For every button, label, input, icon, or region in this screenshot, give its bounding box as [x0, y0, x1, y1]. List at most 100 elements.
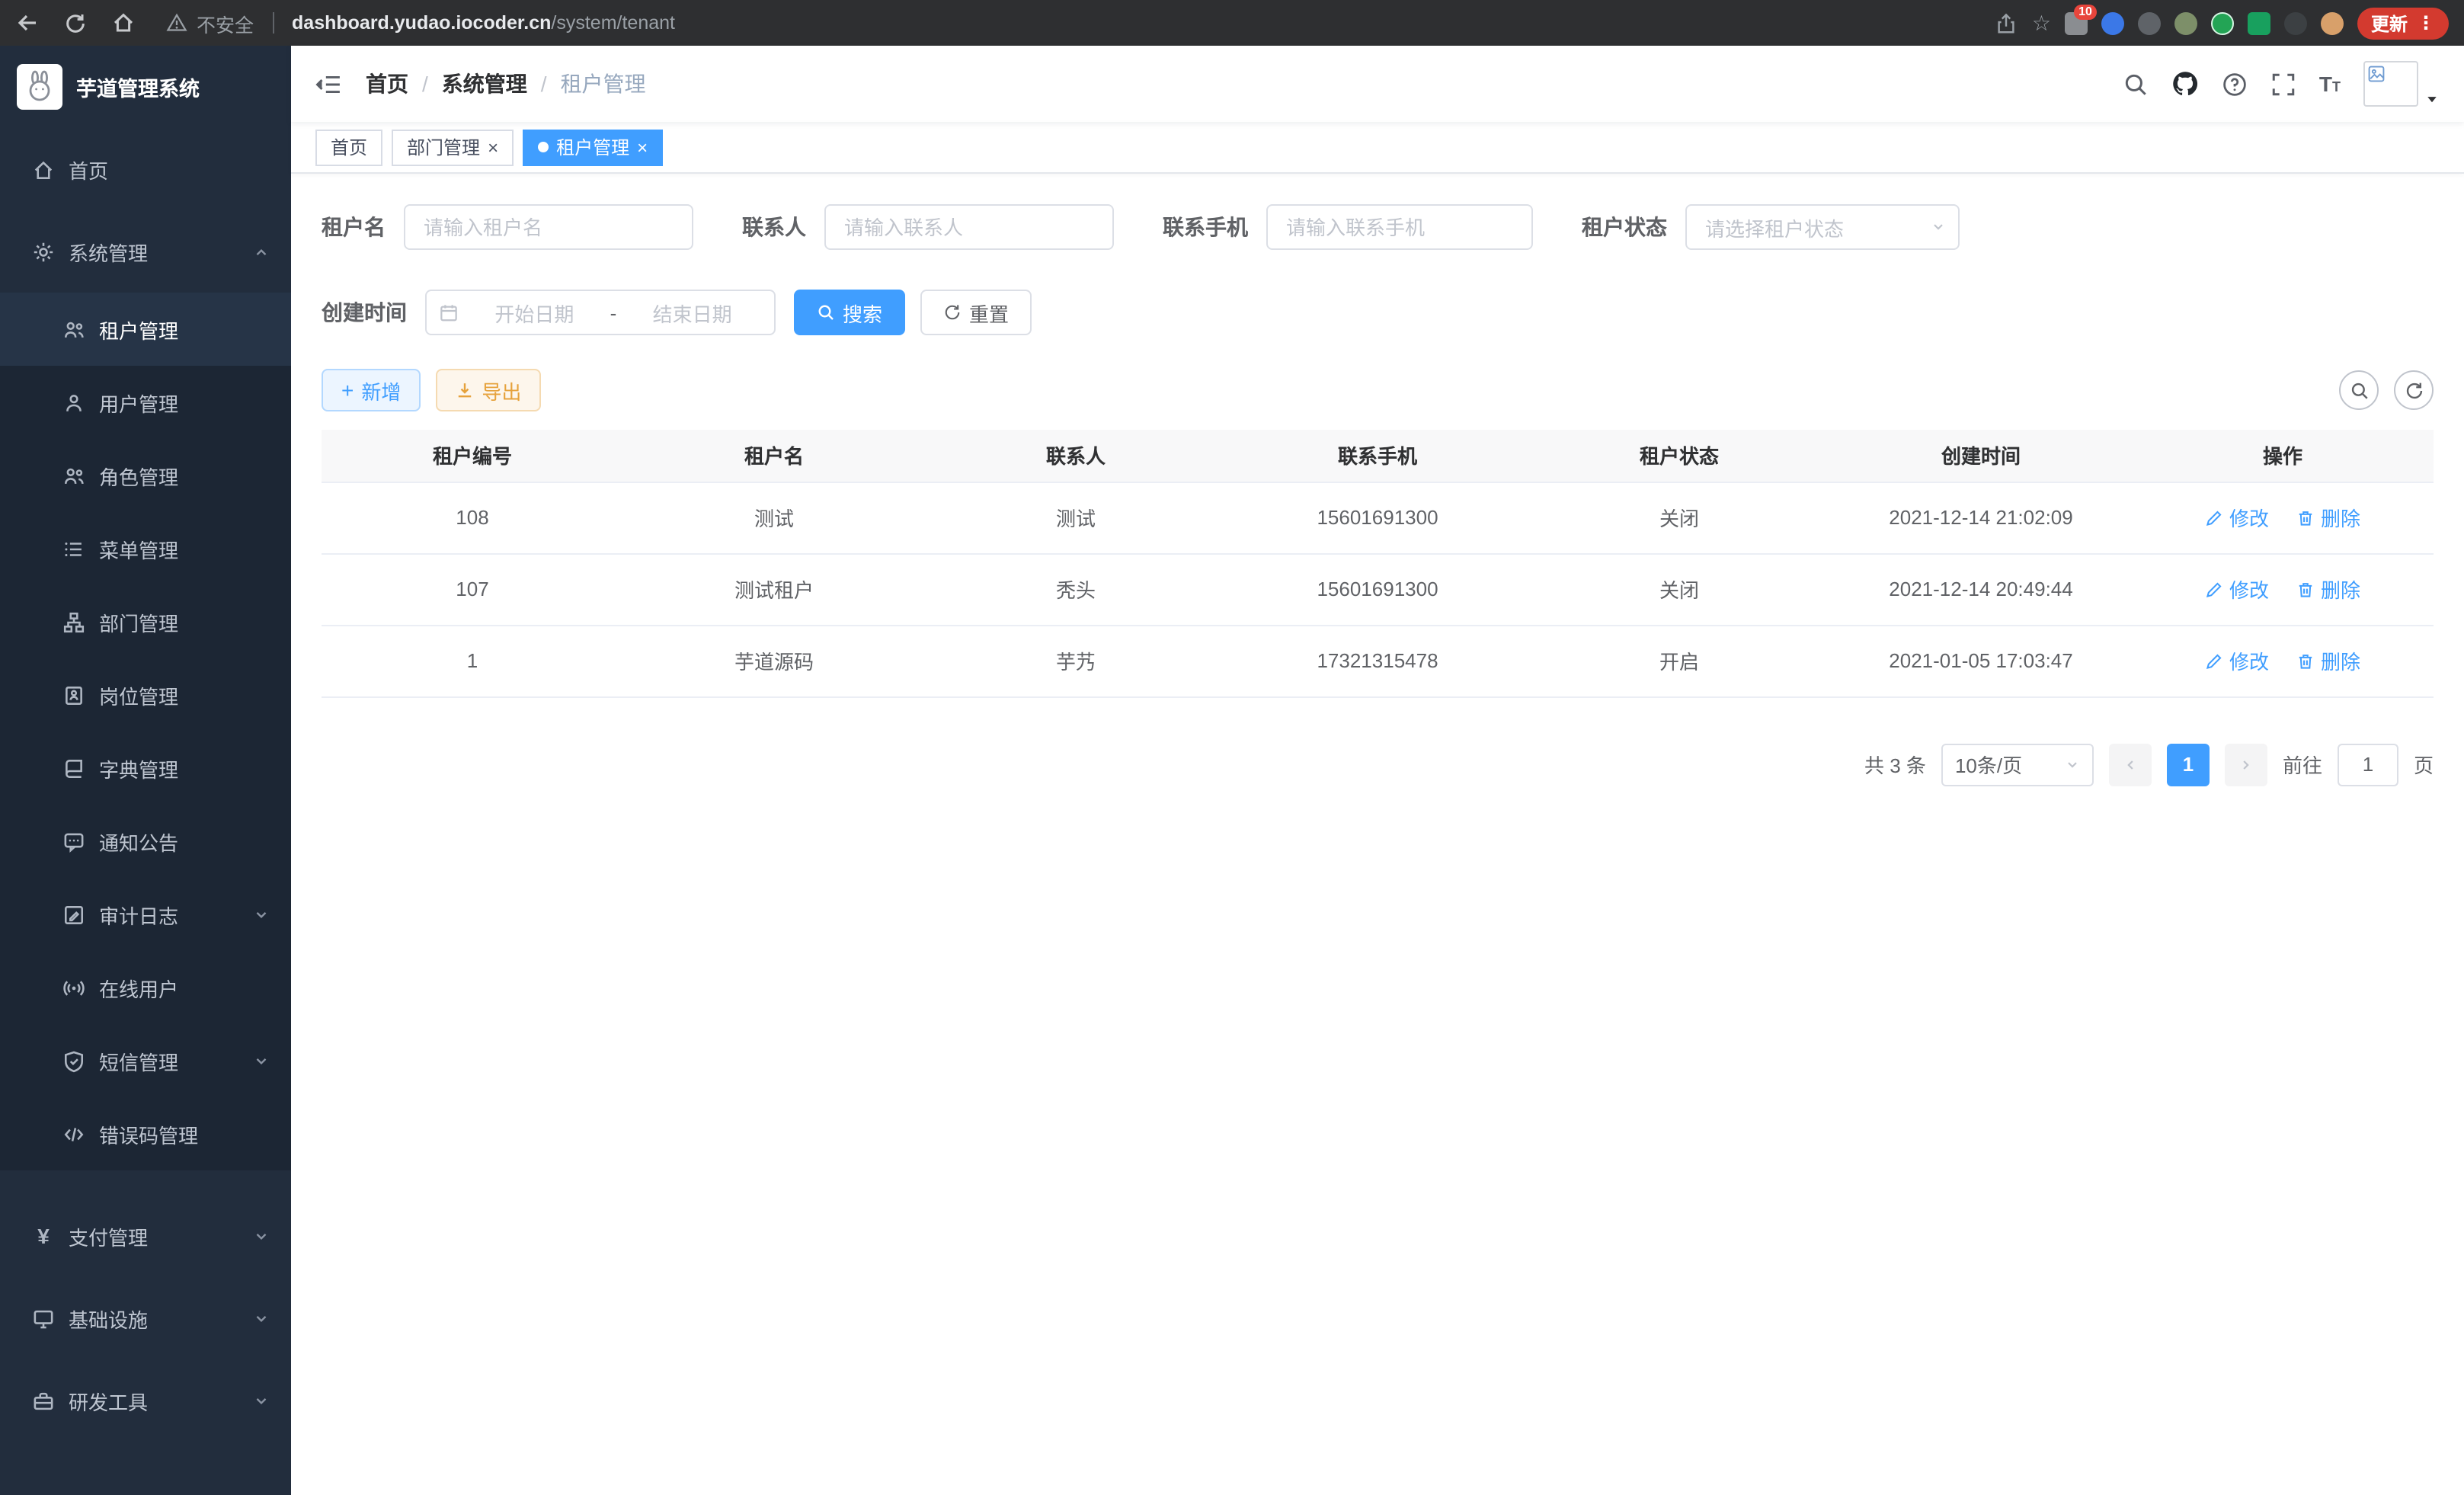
font-size-icon[interactable]: TT — [2319, 72, 2341, 96]
extension-icon-globe[interactable] — [2138, 11, 2161, 34]
code-icon — [62, 1122, 85, 1145]
contact-label: 联系人 — [742, 212, 806, 242]
close-icon[interactable]: × — [488, 138, 498, 156]
sidebar-item-user-management[interactable]: 用户管理 — [0, 366, 291, 439]
sidebar-logo[interactable]: 芋道管理系统 — [0, 46, 291, 128]
goto-page-input[interactable] — [2338, 743, 2398, 786]
sidebar-item-online-users[interactable]: 在线用户 — [0, 951, 291, 1024]
export-button[interactable]: 导出 — [436, 369, 541, 411]
sidebar-item-payment-management[interactable]: ¥ 支付管理 — [0, 1195, 291, 1277]
fullscreen-icon[interactable] — [2270, 71, 2296, 97]
url-host: dashboard.yudao.iocoder.cn — [292, 12, 551, 34]
chevron-right-icon — [2238, 757, 2254, 772]
contact-input[interactable] — [824, 204, 1114, 250]
sidebar-item-notice[interactable]: 通知公告 — [0, 805, 291, 878]
refresh-table-icon[interactable] — [2394, 370, 2434, 410]
status-select[interactable]: 请选择租户状态 — [1685, 204, 1960, 250]
users-icon — [62, 464, 85, 487]
yen-icon: ¥ — [32, 1224, 55, 1247]
user-avatar[interactable] — [2363, 61, 2440, 107]
extension-icon-olive[interactable] — [2174, 11, 2197, 34]
sidebar-item-system-management[interactable]: 系统管理 — [0, 210, 291, 293]
browser-back-button[interactable] — [15, 11, 40, 35]
sidebar-item-dept-management[interactable]: 部门管理 — [0, 585, 291, 658]
share-icon[interactable] — [1995, 11, 2018, 34]
extension-icon-shield[interactable] — [2101, 11, 2124, 34]
avatar-image-placeholder — [2363, 61, 2418, 107]
edit-link[interactable]: 修改 — [2205, 646, 2269, 675]
system-submenu: 租户管理 用户管理 角色管理 菜单管理 部门管理 — [0, 293, 291, 1170]
col-contact: 联系人 — [925, 430, 1227, 482]
plus-icon: + — [341, 379, 354, 401]
sidebar-item-dict-management[interactable]: 字典管理 — [0, 731, 291, 805]
sidebar-item-dev-tools[interactable]: 研发工具 — [0, 1359, 291, 1442]
close-icon[interactable]: × — [637, 138, 648, 156]
bookmark-star-icon[interactable]: ☆ — [2032, 10, 2051, 36]
page-unit-label: 页 — [2414, 750, 2434, 779]
extension-icon-green-square[interactable] — [2248, 11, 2270, 34]
tenant-name-input[interactable] — [404, 204, 693, 250]
browser-home-button[interactable] — [111, 11, 136, 35]
breadcrumb-home[interactable]: 首页 — [366, 69, 408, 99]
help-icon[interactable] — [2222, 71, 2248, 97]
delete-link[interactable]: 删除 — [2296, 646, 2360, 675]
sidebar-item-sms-management[interactable]: 短信管理 — [0, 1024, 291, 1097]
edit-link[interactable]: 修改 — [2205, 575, 2269, 603]
table-header-row: 租户编号 租户名 联系人 联系手机 租户状态 创建时间 操作 — [322, 430, 2434, 482]
prev-page-button[interactable] — [2109, 743, 2152, 786]
status-value: 关闭 — [1528, 553, 1830, 625]
pencil-icon — [2205, 580, 2223, 598]
download-icon — [456, 381, 474, 399]
browser-update-button[interactable]: 更新 ⋮ — [2357, 7, 2449, 39]
date-separator: - — [610, 301, 617, 324]
next-page-button[interactable] — [2225, 743, 2267, 786]
status-value: 关闭 — [1528, 482, 1830, 553]
reset-button[interactable]: 重置 — [920, 290, 1032, 335]
sidebar-item-menu-management[interactable]: 菜单管理 — [0, 512, 291, 585]
delete-link[interactable]: 删除 — [2296, 575, 2360, 603]
sidebar-item-audit-log[interactable]: 审计日志 — [0, 878, 291, 951]
application-window: 不安全 dashboard.yudao.iocoder.cn/system/te… — [0, 0, 2464, 1495]
col-actions: 操作 — [2132, 430, 2434, 482]
page-number-1[interactable]: 1 — [2167, 743, 2210, 786]
tag-dept-management[interactable]: 部门管理 × — [392, 129, 514, 165]
trash-icon — [2296, 580, 2315, 598]
extension-icon-profile[interactable] — [2321, 11, 2344, 34]
extension-badge: 10 — [2074, 4, 2097, 19]
site-security-indicator[interactable]: 不安全 — [166, 8, 254, 37]
browser-reload-button[interactable] — [64, 11, 87, 34]
tag-tenant-management[interactable]: 租户管理 × — [523, 129, 663, 165]
sidebar-item-error-code[interactable]: 错误码管理 — [0, 1097, 291, 1170]
chevron-down-icon — [253, 906, 270, 923]
page-size-select[interactable]: 10条/页 — [1941, 743, 2094, 786]
extension-icon-dark[interactable] — [2284, 11, 2307, 34]
users-icon — [62, 318, 85, 341]
search-icon[interactable] — [2123, 71, 2149, 97]
breadcrumb-system[interactable]: 系统管理 — [442, 69, 527, 99]
search-button[interactable]: 搜索 — [794, 290, 905, 335]
status-value: 开启 — [1528, 625, 1830, 696]
mobile-input[interactable] — [1266, 204, 1533, 250]
id-badge-icon — [62, 683, 85, 706]
sidebar-fold-icon[interactable] — [315, 71, 341, 97]
extension-icon-green-circle[interactable] — [2211, 11, 2234, 34]
trash-icon — [2296, 651, 2315, 670]
date-start-placeholder: 开始日期 — [465, 298, 604, 327]
address-bar[interactable]: dashboard.yudao.iocoder.cn/system/tenant — [292, 12, 675, 34]
github-icon[interactable] — [2171, 70, 2199, 98]
tag-home[interactable]: 首页 — [315, 129, 382, 165]
sidebar-item-tenant-management[interactable]: 租户管理 — [0, 293, 291, 366]
sidebar-item-infrastructure[interactable]: 基础设施 — [0, 1277, 291, 1359]
org-tree-icon — [62, 610, 85, 633]
delete-link[interactable]: 删除 — [2296, 503, 2360, 532]
toggle-search-icon[interactable] — [2339, 370, 2379, 410]
sidebar-item-role-management[interactable]: 角色管理 — [0, 439, 291, 512]
sidebar-item-post-management[interactable]: 岗位管理 — [0, 658, 291, 731]
browser-menu-icon[interactable]: ⋮ — [2417, 12, 2435, 34]
sidebar-item-home[interactable]: 首页 — [0, 128, 291, 210]
edit-link[interactable]: 修改 — [2205, 503, 2269, 532]
online-icon — [62, 976, 85, 999]
date-range-picker[interactable]: 开始日期 - 结束日期 — [425, 290, 776, 335]
extension-icon-grid[interactable]: 10 — [2065, 11, 2088, 34]
add-button[interactable]: + 新增 — [322, 369, 421, 411]
